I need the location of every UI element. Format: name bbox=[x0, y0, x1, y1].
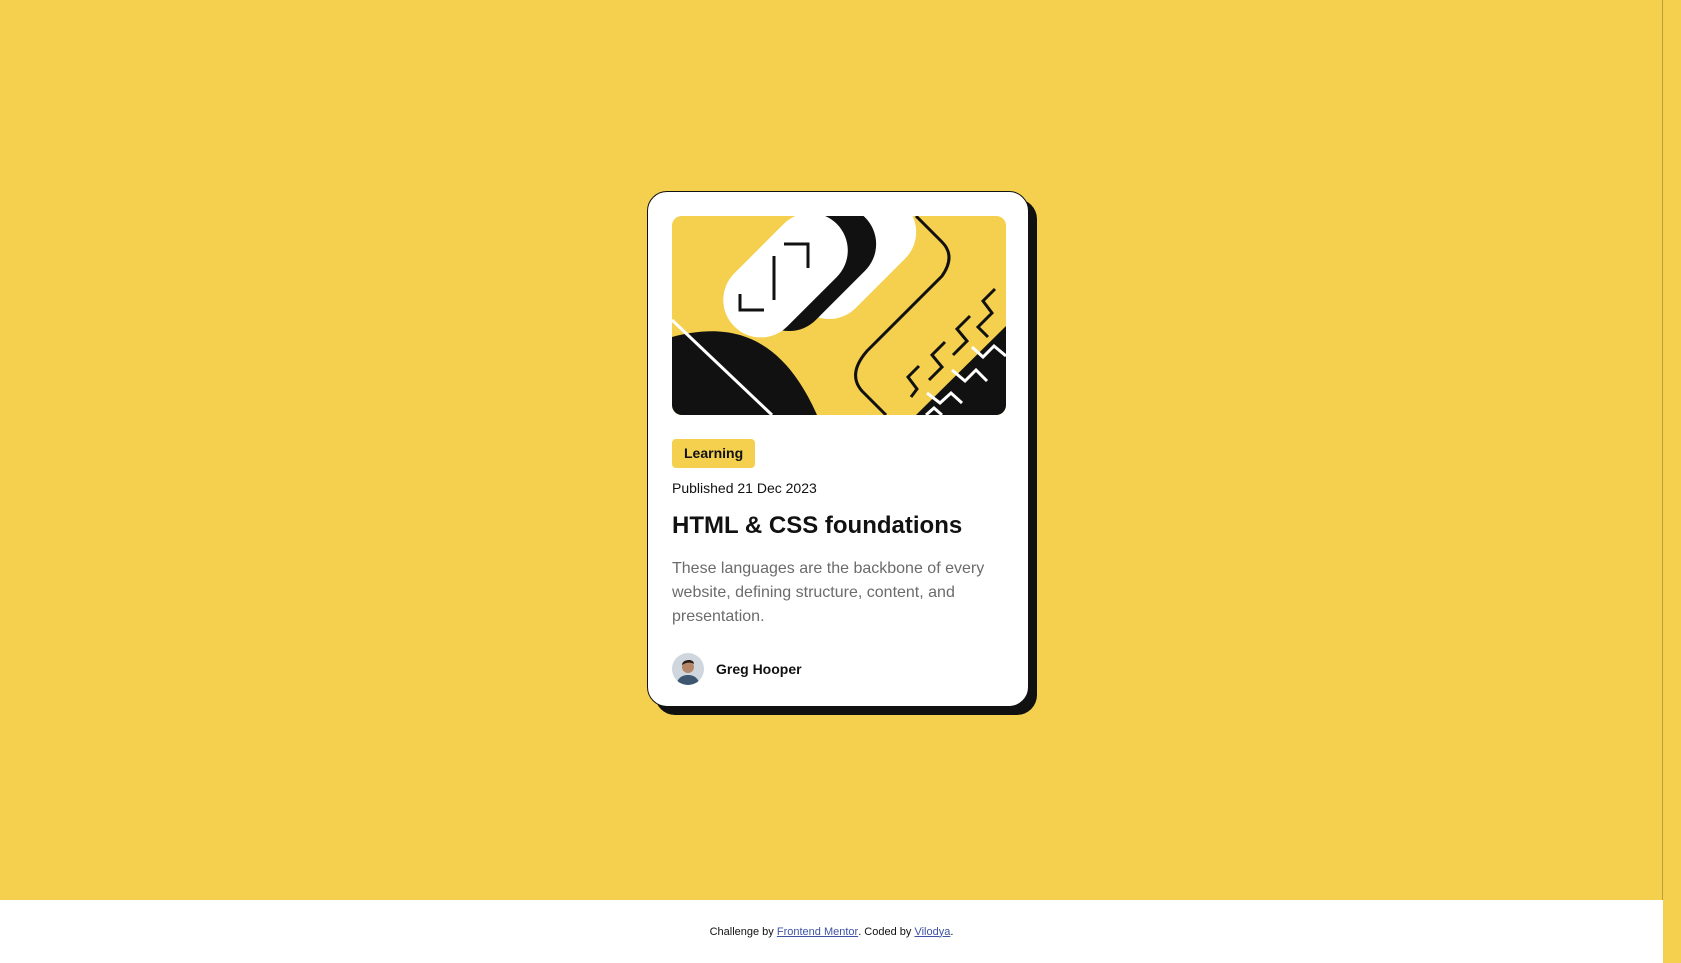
coder-link[interactable]: Vilodya bbox=[914, 926, 950, 938]
author-avatar bbox=[672, 653, 704, 685]
attribution-prefix: Challenge by bbox=[709, 925, 777, 938]
page-scrollbar[interactable] bbox=[1662, 0, 1681, 963]
author-row: Greg Hooper bbox=[672, 653, 802, 685]
article-description: These languages are the backbone of ever… bbox=[672, 560, 985, 625]
publish-date: Published 21 Dec 2023 bbox=[672, 480, 817, 496]
attribution-suffix: . bbox=[950, 925, 954, 938]
attribution-footer: Challenge by Frontend Mentor . Coded by … bbox=[0, 900, 1663, 963]
blog-preview-card: Learning Published 21 Dec 2023 HTML & CS… bbox=[647, 191, 1029, 707]
article-illustration bbox=[672, 216, 1006, 415]
attribution-middle: . Coded by bbox=[858, 925, 915, 938]
frontend-mentor-link[interactable]: Frontend Mentor bbox=[777, 926, 858, 938]
category-tag: Learning bbox=[672, 439, 756, 468]
author-name: Greg Hooper bbox=[716, 661, 802, 677]
article-title[interactable]: HTML & CSS foundations bbox=[672, 512, 962, 540]
